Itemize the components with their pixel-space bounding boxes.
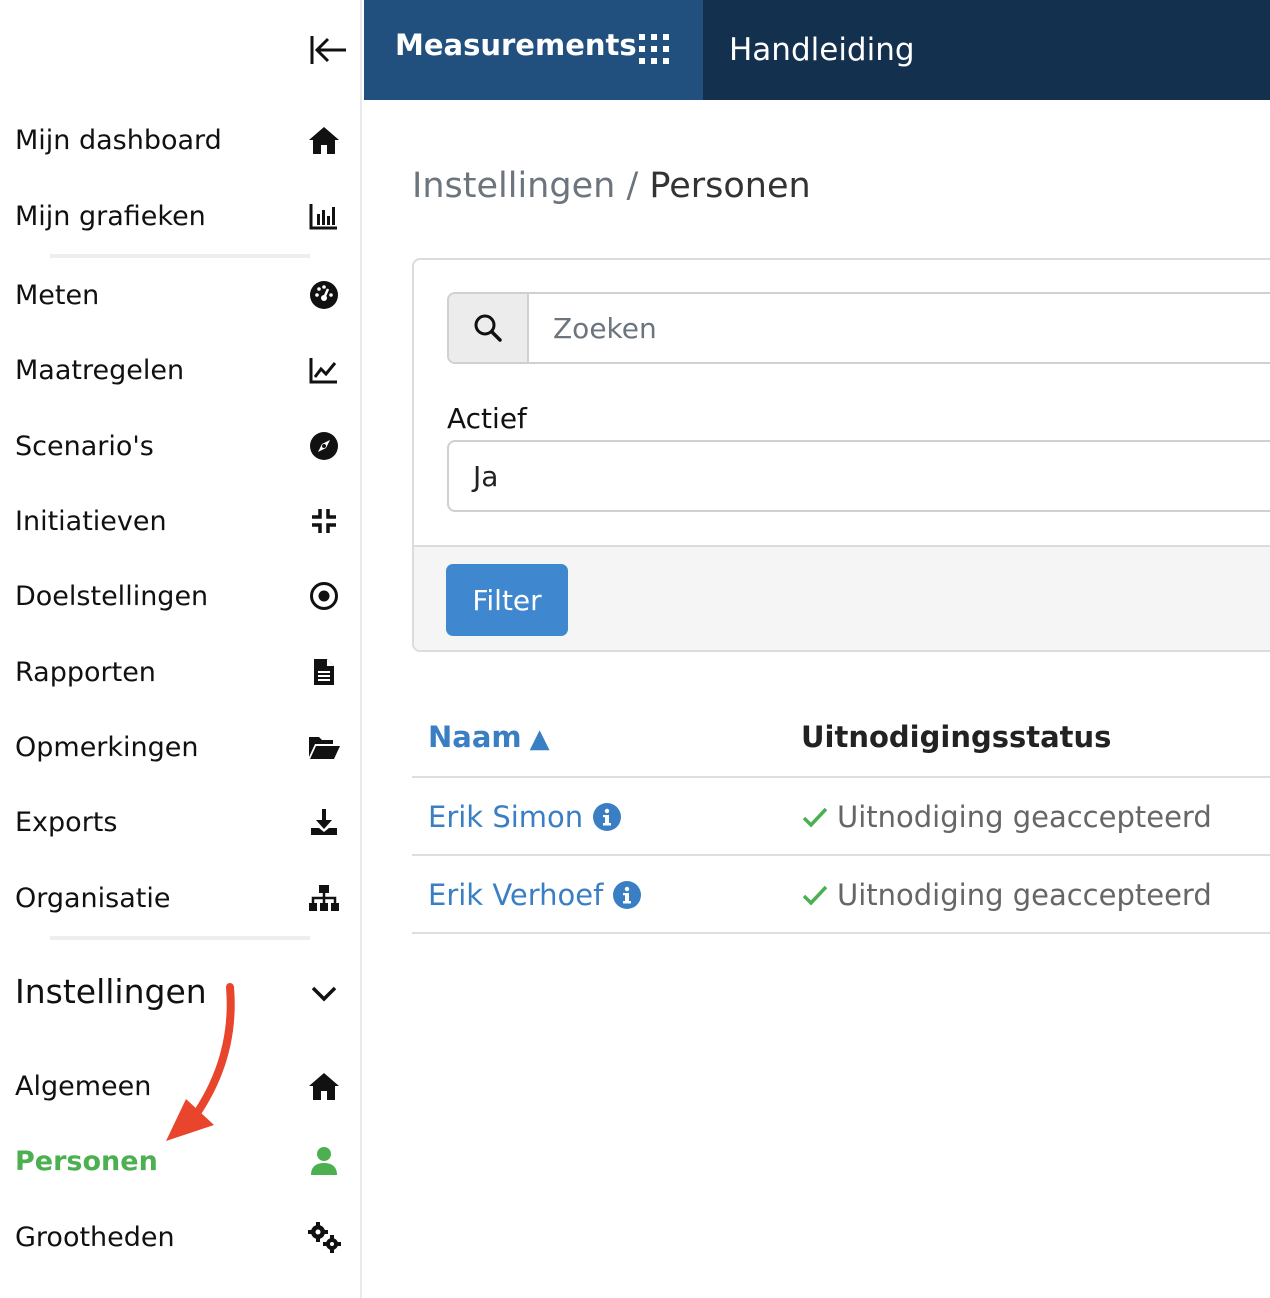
sidebar: Mijn dashboard Mijn grafieken Meten Maat…: [0, 0, 362, 1298]
sidebar-item-label: Exports: [15, 806, 118, 838]
sidebar-item-label: Meten: [15, 279, 100, 311]
breadcrumb: Instellingen / Personen: [412, 166, 811, 206]
collapse-sidebar-icon[interactable]: [306, 32, 350, 68]
home-icon: [304, 120, 344, 160]
invitation-status-text: Uitnodiging geaccepteerd: [837, 800, 1212, 834]
sitemap-icon: [304, 878, 344, 918]
top-bar: Measurements Handleiding: [364, 0, 1270, 100]
annotation-arrow: [150, 975, 260, 1155]
actief-select[interactable]: Ja: [447, 440, 1270, 512]
home-icon: [304, 1066, 344, 1106]
brand-menu-button[interactable]: Measurements: [364, 0, 703, 100]
search-icon: [449, 294, 529, 362]
sidebar-item-label: Organisatie: [15, 882, 171, 914]
sidebar-item-initiatieven[interactable]: Initiatieven: [0, 491, 362, 551]
chevron-down-icon[interactable]: [306, 976, 342, 1012]
sidebar-item-meten[interactable]: Meten: [0, 265, 362, 325]
sidebar-item-label: Algemeen: [15, 1070, 152, 1102]
check-icon: [801, 881, 829, 909]
sidebar-item-label: Grootheden: [15, 1221, 175, 1253]
sidebar-item-exports[interactable]: Exports: [0, 792, 362, 852]
sidebar-item-mijn-grafieken[interactable]: Mijn grafieken: [0, 186, 362, 246]
sidebar-item-label: Doelstellingen: [15, 580, 209, 612]
person-name-link[interactable]: Erik Simon: [428, 800, 583, 834]
download-icon: [304, 802, 344, 842]
breadcrumb-parent-link[interactable]: Instellingen: [412, 166, 615, 206]
chart-bar-icon: [304, 196, 344, 236]
person-name-link[interactable]: Erik Verhoef: [428, 878, 603, 912]
info-icon[interactable]: [593, 803, 622, 831]
table-header-row: Naam ▲ Uitnodigingsstatus: [412, 700, 1270, 778]
sidebar-item-maatregelen[interactable]: Maatregelen: [0, 340, 362, 400]
invitation-status-cell: Uitnodiging geaccepteerd: [801, 878, 1212, 912]
sidebar-item-label: Initiatieven: [15, 505, 167, 537]
filter-card: Actief Ja Filter: [412, 258, 1270, 652]
person-name-cell: Erik Verhoef: [428, 878, 642, 912]
filter-button[interactable]: Filter: [446, 564, 568, 636]
handleiding-link[interactable]: Handleiding: [729, 32, 915, 68]
actief-label: Actief: [447, 402, 527, 435]
sidebar-item-mijn-dashboard[interactable]: Mijn dashboard: [0, 110, 362, 170]
breadcrumb-separator: /: [626, 166, 650, 206]
invitation-status-text: Uitnodiging geaccepteerd: [837, 878, 1212, 912]
brand-label: Measurements: [395, 28, 637, 62]
cogs-icon: [304, 1217, 344, 1257]
compress-icon: [304, 501, 344, 541]
info-icon[interactable]: [613, 881, 642, 909]
sidebar-item-label: Maatregelen: [15, 354, 185, 386]
person-name-cell: Erik Simon: [428, 800, 622, 834]
app-grid-icon[interactable]: [638, 33, 670, 65]
sort-ascending-icon: ▲: [529, 724, 550, 754]
sidebar-item-grootheden[interactable]: Grootheden: [0, 1207, 362, 1267]
page-title: Personen: [649, 166, 811, 206]
compass-icon: [304, 426, 344, 466]
sidebar-divider: [50, 254, 310, 258]
table-row: Erik Simon Uitnodiging geaccepteerd: [412, 778, 1270, 856]
user-icon: [304, 1141, 344, 1181]
sidebar-item-organisatie[interactable]: Organisatie: [0, 868, 362, 928]
sidebar-item-label: Personen: [15, 1145, 158, 1177]
check-icon: [801, 803, 829, 831]
sidebar-divider: [50, 936, 310, 940]
invitation-status-cell: Uitnodiging geaccepteerd: [801, 800, 1212, 834]
column-header-naam[interactable]: Naam ▲: [428, 720, 550, 754]
sidebar-item-label: Rapporten: [15, 656, 156, 688]
sidebar-item-label: Opmerkingen: [15, 731, 199, 763]
table-row: Erik Verhoef Uitnodiging geaccepteerd: [412, 856, 1270, 934]
persons-table: Naam ▲ Uitnodigingsstatus Erik Simon Uitn…: [412, 700, 1270, 934]
sidebar-item-label: Scenario's: [15, 430, 154, 462]
sidebar-item-label: Mijn dashboard: [15, 124, 222, 156]
sidebar-item-scenarios[interactable]: Scenario's: [0, 416, 362, 476]
file-icon: [304, 652, 344, 692]
gauge-icon: [304, 275, 344, 315]
target-icon: [304, 576, 344, 616]
search-group: [447, 292, 1270, 364]
chart-line-icon: [304, 350, 344, 390]
sidebar-item-doelstellingen[interactable]: Doelstellingen: [0, 566, 362, 626]
filter-card-footer: Filter: [414, 545, 1270, 650]
column-header-uitnodigingsstatus: Uitnodigingsstatus: [801, 720, 1112, 754]
sidebar-item-rapporten[interactable]: Rapporten: [0, 642, 362, 702]
folder-open-icon: [304, 727, 344, 767]
search-input[interactable]: [529, 294, 1270, 362]
column-header-label: Naam: [428, 720, 522, 754]
sidebar-item-opmerkingen[interactable]: Opmerkingen: [0, 717, 362, 777]
sidebar-item-label: Mijn grafieken: [15, 200, 206, 232]
